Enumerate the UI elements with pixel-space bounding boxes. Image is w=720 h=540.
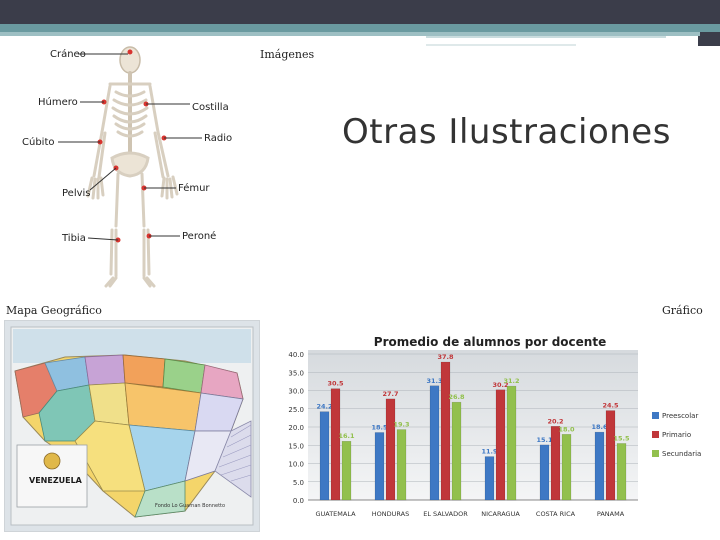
bar — [539, 444, 550, 501]
map-country-label: VENEZUELA — [29, 476, 83, 485]
bar — [561, 434, 572, 501]
skeleton-image: Cráneo Húmero Costilla Cúbito Radio Pelv… — [22, 46, 232, 288]
accent-line — [426, 36, 666, 38]
bar — [429, 385, 440, 501]
bar-value-label: 31.2 — [503, 377, 519, 385]
y-tick-label: 30.0 — [288, 388, 304, 396]
bar — [374, 432, 385, 501]
bar-value-label: 30.5 — [327, 380, 344, 388]
legend-swatch — [652, 412, 659, 419]
bar — [605, 410, 616, 501]
chart-caption: Gráfico — [662, 304, 703, 317]
bar — [594, 431, 605, 501]
bar — [484, 456, 495, 501]
bar — [506, 385, 517, 501]
bar-value-label: 20.2 — [547, 417, 563, 425]
y-tick-label: 20.0 — [288, 424, 304, 432]
bar — [319, 411, 330, 501]
x-category-label: GUATEMALA — [315, 510, 356, 518]
bar-value-label: 16.1 — [338, 432, 355, 440]
label-humero: Húmero — [38, 96, 78, 108]
title-bar-corner — [698, 0, 720, 46]
label-tibia: Tibia — [61, 233, 86, 244]
y-tick-label: 25.0 — [288, 406, 304, 414]
y-tick-label: 5.0 — [293, 479, 304, 487]
y-tick-label: 35.0 — [288, 369, 304, 377]
label-radio: Radio — [204, 133, 232, 144]
chart-title: Promedio de alumnos por docente — [374, 335, 606, 349]
map-caption: Mapa Geográfico — [6, 304, 102, 317]
bar — [385, 398, 396, 501]
slide-title: Otras Ilustraciones — [342, 112, 671, 152]
bar — [495, 389, 506, 501]
legend-label: Primario — [662, 431, 691, 439]
bar — [616, 443, 627, 501]
y-tick-label: 0.0 — [293, 497, 304, 505]
x-category-label: COSTA RICA — [536, 510, 576, 518]
legend-swatch — [652, 450, 659, 457]
bar — [440, 361, 451, 501]
legend-label: Secundaria — [662, 450, 701, 458]
x-category-label: EL SALVADOR — [423, 510, 468, 518]
bar-value-label: 15.5 — [613, 434, 630, 442]
bar-value-label: 37.8 — [437, 353, 454, 361]
x-category-label: PANAMA — [597, 510, 625, 518]
bar-value-label: 18.6 — [591, 423, 608, 431]
y-tick-label: 40.0 — [288, 351, 304, 359]
title-bar — [0, 0, 720, 24]
legend-label: Preescolar — [662, 412, 698, 420]
bar-value-label: 24.2 — [316, 403, 332, 411]
bar-value-label: 11.9 — [481, 448, 498, 456]
bar — [550, 426, 561, 501]
bar — [396, 429, 407, 501]
bar-value-label: 31.3 — [426, 377, 442, 385]
bar-value-label: 18.5 — [371, 423, 388, 431]
x-category-label: HONDURAS — [372, 510, 409, 518]
label-cubito: Cúbito — [22, 136, 55, 148]
accent-line-short — [426, 44, 576, 46]
bar — [330, 388, 341, 501]
bar-value-label: 27.7 — [382, 390, 398, 398]
label-perone: Peroné — [182, 230, 216, 242]
label-femur: Fémur — [178, 182, 210, 194]
bar — [341, 440, 352, 501]
label-craneo: Cráneo — [50, 48, 86, 60]
bar-chart: Promedio de alumnos por docente 0.0 5.0 10… — [270, 320, 712, 528]
x-category-label: NICARAGUA — [481, 510, 520, 518]
bar-value-label: 26.8 — [448, 393, 465, 401]
label-pelvis: Pelvis — [62, 188, 91, 199]
y-tick-label: 10.0 — [288, 461, 304, 469]
bar — [451, 401, 462, 501]
map-image: VENEZUELA Fondo Lo Guarnan Bonnetto — [4, 320, 260, 532]
bar-value-label: 15.1 — [536, 436, 553, 444]
accent-band — [0, 24, 720, 32]
bar-value-label: 19.3 — [393, 421, 409, 429]
venezuela-map: VENEZUELA Fondo Lo Guarnan Bonnetto — [5, 321, 259, 531]
y-tick-label: 15.0 — [288, 442, 304, 450]
bar-value-label: 24.5 — [602, 402, 619, 410]
map-credit-label: Fondo Lo Guarnan Bonnetto — [155, 503, 225, 509]
bar-value-label: 18.0 — [558, 425, 575, 433]
images-caption: Imágenes — [260, 48, 315, 61]
label-costilla: Costilla — [192, 102, 229, 113]
legend-swatch — [652, 431, 659, 438]
